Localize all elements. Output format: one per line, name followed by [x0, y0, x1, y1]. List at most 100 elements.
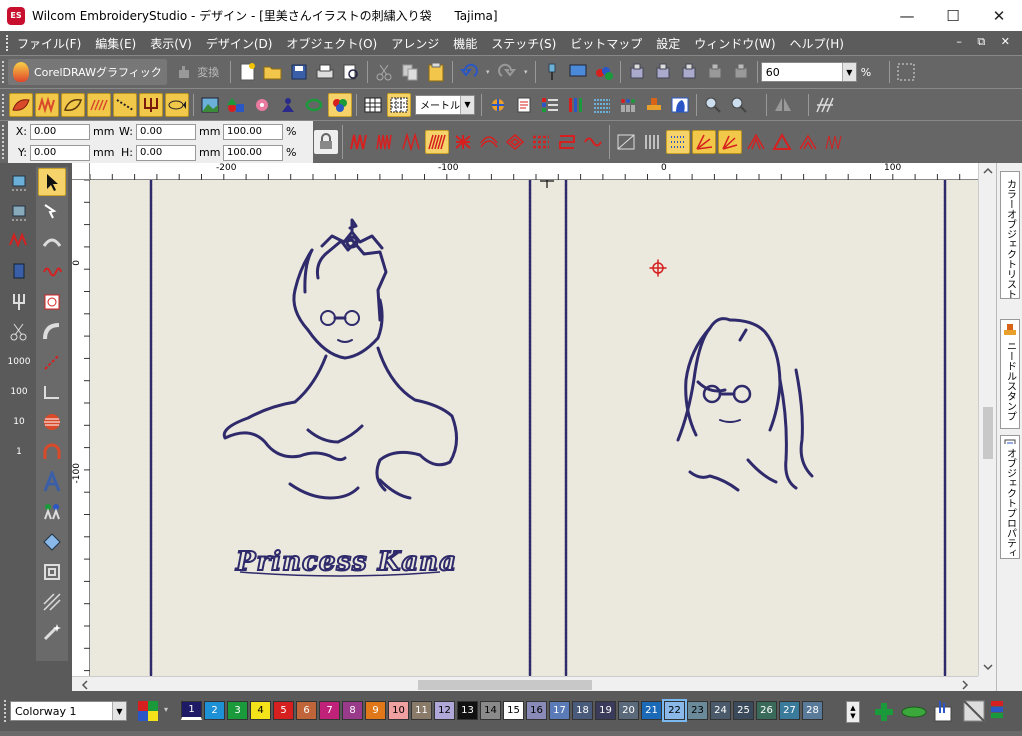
effect-3-button[interactable] [666, 130, 690, 154]
chevron-down-icon[interactable]: ▼ [112, 702, 126, 720]
cut-button[interactable] [372, 60, 396, 84]
arch-tool[interactable] [38, 438, 66, 466]
face-button[interactable] [668, 93, 692, 117]
grid-button[interactable] [361, 93, 385, 117]
scale-x-field[interactable]: 100.00 [223, 123, 283, 140]
thread-swatch[interactable]: 23 [687, 701, 708, 720]
design-canvas[interactable]: Princess Kana [90, 180, 978, 676]
thread-chart-button[interactable] [900, 701, 928, 723]
effect-2-button[interactable] [640, 130, 664, 154]
knife-tool[interactable] [38, 618, 66, 646]
minimize-button[interactable]: — [884, 0, 930, 31]
machine-1-button[interactable] [625, 60, 649, 84]
thread-swatch[interactable]: 5 [273, 701, 294, 720]
undo-dropdown[interactable]: ▾ [483, 60, 493, 84]
save-button[interactable] [287, 60, 311, 84]
hoop-grid-button[interactable] [387, 92, 411, 117]
wave-tool[interactable] [38, 258, 66, 286]
stitch-1-tool[interactable]: 1 [5, 438, 33, 466]
coreldraw-graphics-button[interactable]: CorelDRAWグラフィック [8, 59, 167, 85]
stitch-1000-tool[interactable]: 1000 [5, 348, 33, 376]
effect-7-button[interactable] [770, 130, 794, 154]
circle-tool[interactable] [38, 408, 66, 436]
color-palette-button[interactable] [137, 700, 159, 722]
zoom-100-button[interactable] [727, 93, 751, 117]
effect-9-button[interactable] [822, 130, 846, 154]
machine-5-button[interactable] [729, 60, 753, 84]
thread-swatch[interactable]: 2 [204, 701, 225, 720]
print-preview-button[interactable] [339, 60, 363, 84]
tab-object-properties[interactable]: オブジェクトプロパティ [1000, 435, 1020, 559]
x-field[interactable]: 0.00 [30, 123, 90, 140]
document-props-button[interactable] [512, 93, 536, 117]
thread-list-button[interactable] [990, 699, 1004, 723]
menu-file[interactable]: ファイル(F) [10, 35, 88, 52]
zoom-combo[interactable]: 60 ▼ [760, 62, 857, 82]
effect-8-button[interactable] [796, 130, 820, 154]
menu-stitch[interactable]: ステッチ(S) [484, 35, 563, 52]
slant-button[interactable] [813, 93, 837, 117]
ring-button[interactable] [302, 93, 326, 117]
figure-button[interactable] [276, 93, 300, 117]
color-wheel-button[interactable] [328, 92, 352, 117]
open-file-button[interactable] [261, 60, 285, 84]
offset-tool[interactable] [38, 558, 66, 586]
swatch-scroll-button[interactable]: ▲ ▼ [846, 701, 860, 723]
text-tool[interactable] [38, 468, 66, 496]
new-file-button[interactable] [235, 60, 259, 84]
stamp-button[interactable] [642, 93, 666, 117]
close-button[interactable]: ✕ [976, 0, 1022, 31]
team-names-tool[interactable] [38, 498, 66, 526]
menu-design[interactable]: デザイン(D) [199, 35, 280, 52]
thread-swatch[interactable]: 15 [503, 701, 524, 720]
column-button[interactable] [139, 92, 163, 117]
thread-swatch[interactable]: 14 [480, 701, 501, 720]
digitize-tool-2[interactable] [5, 198, 33, 226]
effect-4-button[interactable] [692, 130, 716, 154]
effect-5-button[interactable] [718, 130, 742, 154]
thread-swatch[interactable]: 4 [250, 701, 271, 720]
satin-tool[interactable] [5, 228, 33, 256]
fish-motif-button[interactable] [165, 92, 189, 117]
machine-2-button[interactable] [651, 60, 675, 84]
backdrop-tool[interactable] [38, 588, 66, 616]
stitch-bars-button[interactable] [590, 93, 614, 117]
stitch-type-8-button[interactable] [529, 130, 553, 154]
maximize-button[interactable]: ☐ [930, 0, 976, 31]
tatami-fill-button[interactable] [87, 92, 111, 117]
stamp-tool[interactable] [38, 288, 66, 316]
copy-button[interactable] [398, 60, 422, 84]
spool-tool[interactable] [5, 258, 33, 286]
machine-4-button[interactable] [703, 60, 727, 84]
scale-y-field[interactable]: 100.00 [223, 144, 283, 161]
menu-help[interactable]: ヘルプ(H) [783, 35, 851, 52]
satin-fill-button[interactable] [35, 92, 59, 117]
stitch-type-5-button[interactable] [451, 130, 475, 154]
print-button[interactable] [313, 60, 337, 84]
chevron-down-icon[interactable]: ▾ [164, 705, 168, 714]
stitch-type-9-button[interactable] [555, 130, 579, 154]
flower-button[interactable] [250, 93, 274, 117]
digitize-leaf-button[interactable] [9, 92, 33, 117]
color-bars-button[interactable] [564, 93, 588, 117]
menu-object[interactable]: オブジェクト(O) [279, 35, 384, 52]
thread-swatch[interactable]: 3 [227, 701, 248, 720]
picture-button[interactable] [198, 93, 222, 117]
convert-button[interactable]: 変換 [168, 60, 226, 84]
colorway-combo[interactable]: Colorway 1 ▼ [10, 701, 127, 721]
cut-tool[interactable] [5, 318, 33, 346]
effect-6-button[interactable] [744, 130, 768, 154]
tab-needle-stamp[interactable]: ニードルスタンプ [1000, 319, 1020, 429]
redo-dropdown[interactable]: ▾ [521, 60, 531, 84]
thread-swatch[interactable]: 11 [411, 701, 432, 720]
digitize-tool-1[interactable] [5, 168, 33, 196]
thread-swatch[interactable]: 17 [549, 701, 570, 720]
chevron-down-icon[interactable]: ▼ [841, 63, 856, 81]
fork-tool[interactable] [5, 288, 33, 316]
thread-swatch[interactable]: 26 [756, 701, 777, 720]
horizontal-ruler[interactable]: -200 -100 0 100 [90, 163, 978, 180]
thread-swatch[interactable]: 19 [595, 701, 616, 720]
menu-arrange[interactable]: アレンジ [384, 35, 446, 52]
lock-proportions-button[interactable] [314, 130, 338, 154]
thread-swatch[interactable]: 9 [365, 701, 386, 720]
